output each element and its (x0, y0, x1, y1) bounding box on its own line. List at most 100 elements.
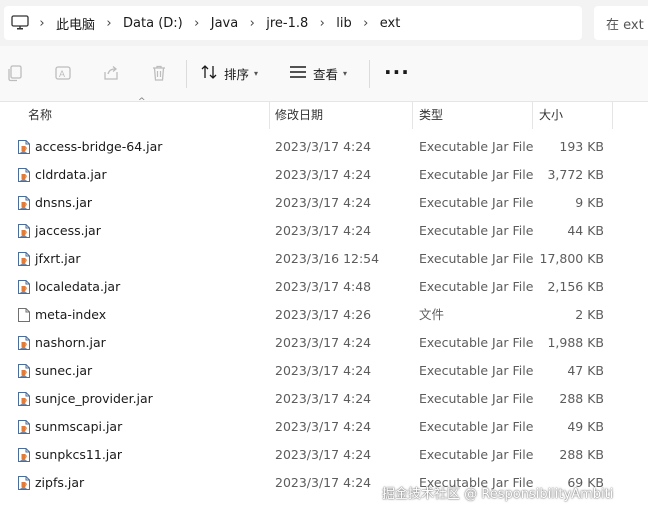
column-divider[interactable] (532, 101, 533, 129)
file-type: Executable Jar File (419, 195, 534, 210)
file-date: 2023/3/17 4:24 (275, 335, 372, 350)
file-row[interactable]: sunmscapi.jar 2023/3/17 4:24 Executable … (0, 413, 648, 441)
column-header-size[interactable]: 大小 (539, 101, 563, 129)
file-type: Executable Jar File (419, 363, 534, 378)
file-row[interactable]: sunec.jar 2023/3/17 4:24 Executable Jar … (0, 357, 648, 385)
jar-file-icon (16, 391, 32, 407)
sort-label: 排序 (224, 66, 250, 82)
share-icon[interactable] (100, 62, 122, 84)
jar-file-icon (16, 447, 32, 463)
file-row[interactable]: sunjce_provider.jar 2023/3/17 4:24 Execu… (0, 385, 648, 413)
column-header-type[interactable]: 类型 (419, 101, 443, 129)
chevron-right-icon[interactable]: › (30, 16, 54, 31)
view-list-icon (289, 65, 307, 82)
sort-button[interactable]: 排序 ▾ (200, 62, 258, 84)
chevron-right-icon[interactable]: › (310, 16, 334, 31)
toolbar-divider (186, 60, 187, 88)
file-size: 2 KB (575, 307, 604, 322)
file-size: 2,156 KB (547, 279, 604, 294)
chevron-right-icon[interactable]: › (97, 16, 121, 31)
file-name: sunmscapi.jar (35, 419, 123, 434)
file-size: 49 KB (567, 419, 604, 434)
column-header-date[interactable]: 修改日期 (275, 101, 323, 129)
chevron-right-icon[interactable]: › (240, 16, 264, 31)
file-name: cldrdata.jar (35, 167, 107, 182)
file-type: Executable Jar File (419, 223, 534, 238)
copy-icon[interactable] (4, 62, 26, 84)
chevron-right-icon[interactable]: › (185, 16, 209, 31)
file-size: 47 KB (567, 363, 604, 378)
file-row[interactable]: dnsns.jar 2023/3/17 4:24 Executable Jar … (0, 189, 648, 217)
file-type: Executable Jar File (419, 447, 534, 462)
file-date: 2023/3/17 4:24 (275, 447, 372, 462)
file-type: 文件 (419, 307, 445, 322)
column-divider[interactable] (612, 101, 613, 129)
file-size: 288 KB (559, 391, 604, 406)
file-name: sunec.jar (35, 363, 93, 378)
jar-file-icon (16, 475, 32, 491)
chevron-down-icon: ▾ (254, 68, 259, 78)
breadcrumb-item[interactable]: Data (D:) (121, 16, 185, 31)
watermark: 掘金技术社区 @ ResponsibilityAmbiti (382, 487, 614, 502)
address-bar: › 此电脑 › Data (D:) › Java › jre-1.8 › lib… (0, 0, 648, 46)
file-size: 1,988 KB (547, 335, 604, 350)
breadcrumb[interactable]: › 此电脑 › Data (D:) › Java › jre-1.8 › lib… (4, 6, 582, 40)
delete-icon[interactable] (148, 62, 170, 84)
column-header-name[interactable]: 名称 (28, 101, 52, 129)
file-date: 2023/3/17 4:24 (275, 195, 372, 210)
jar-file-icon (16, 139, 32, 155)
file-name: access-bridge-64.jar (35, 139, 163, 154)
view-button[interactable]: 查看 ▾ (289, 62, 347, 84)
file-name: meta-index (35, 307, 107, 322)
command-bar: A 排序 ▾ 查看 ▾ ··· (0, 46, 648, 102)
file-row[interactable]: meta-index 2023/3/17 4:26 文件 2 KB (0, 301, 648, 329)
file-date: 2023/3/17 4:24 (275, 223, 372, 238)
file-name: localedata.jar (35, 279, 121, 294)
column-divider[interactable] (269, 101, 270, 129)
breadcrumb-item[interactable]: ext (378, 16, 403, 31)
jar-file-icon (16, 195, 32, 211)
breadcrumb-item[interactable]: lib (334, 16, 353, 31)
sort-icon (200, 64, 218, 83)
chevron-right-icon[interactable]: › (354, 16, 378, 31)
file-size: 9 KB (575, 195, 604, 210)
file-date: 2023/3/17 4:24 (275, 391, 372, 406)
blank-file-icon (16, 307, 32, 323)
file-date: 2023/3/17 4:24 (275, 167, 372, 182)
file-type: Executable Jar File (419, 251, 534, 266)
file-name: sunjce_provider.jar (35, 391, 153, 406)
file-row[interactable]: access-bridge-64.jar 2023/3/17 4:24 Exec… (0, 133, 648, 161)
rename-icon[interactable]: A (52, 62, 74, 84)
jar-file-icon (16, 335, 32, 351)
file-row[interactable]: localedata.jar 2023/3/17 4:48 Executable… (0, 273, 648, 301)
jar-file-icon (16, 419, 32, 435)
file-row[interactable]: nashorn.jar 2023/3/17 4:24 Executable Ja… (0, 329, 648, 357)
file-date: 2023/3/17 4:24 (275, 139, 372, 154)
svg-text:A: A (59, 69, 65, 79)
breadcrumb-item[interactable]: jre-1.8 (264, 16, 310, 31)
file-size: 44 KB (567, 223, 604, 238)
breadcrumb-item[interactable]: Java (209, 16, 240, 31)
file-row[interactable]: sunpkcs11.jar 2023/3/17 4:24 Executable … (0, 441, 648, 469)
file-row[interactable]: jfxrt.jar 2023/3/16 12:54 Executable Jar… (0, 245, 648, 273)
toolbar-divider (369, 60, 370, 88)
file-size: 3,772 KB (547, 167, 604, 182)
file-name: zipfs.jar (35, 475, 85, 490)
search-input[interactable]: 在 ext (594, 6, 648, 40)
more-options-button[interactable]: ··· (384, 60, 410, 84)
breadcrumb-item[interactable]: 此电脑 (54, 14, 97, 33)
column-divider[interactable] (412, 101, 413, 129)
file-row[interactable]: cldrdata.jar 2023/3/17 4:24 Executable J… (0, 161, 648, 189)
file-row[interactable]: jaccess.jar 2023/3/17 4:24 Executable Ja… (0, 217, 648, 245)
file-date: 2023/3/17 4:48 (275, 279, 372, 294)
file-date: 2023/3/17 4:24 (275, 419, 372, 434)
file-date: 2023/3/17 4:24 (275, 363, 372, 378)
view-label: 查看 (313, 66, 339, 82)
file-type: Executable Jar File (419, 335, 534, 350)
file-size: 17,800 KB (539, 251, 604, 266)
jar-file-icon (16, 279, 32, 295)
sort-ascending-icon: ^ (138, 97, 146, 107)
column-header-row: ^ 名称 修改日期 类型 大小 (0, 97, 648, 129)
jar-file-icon (16, 363, 32, 379)
this-pc-icon[interactable] (10, 13, 30, 33)
